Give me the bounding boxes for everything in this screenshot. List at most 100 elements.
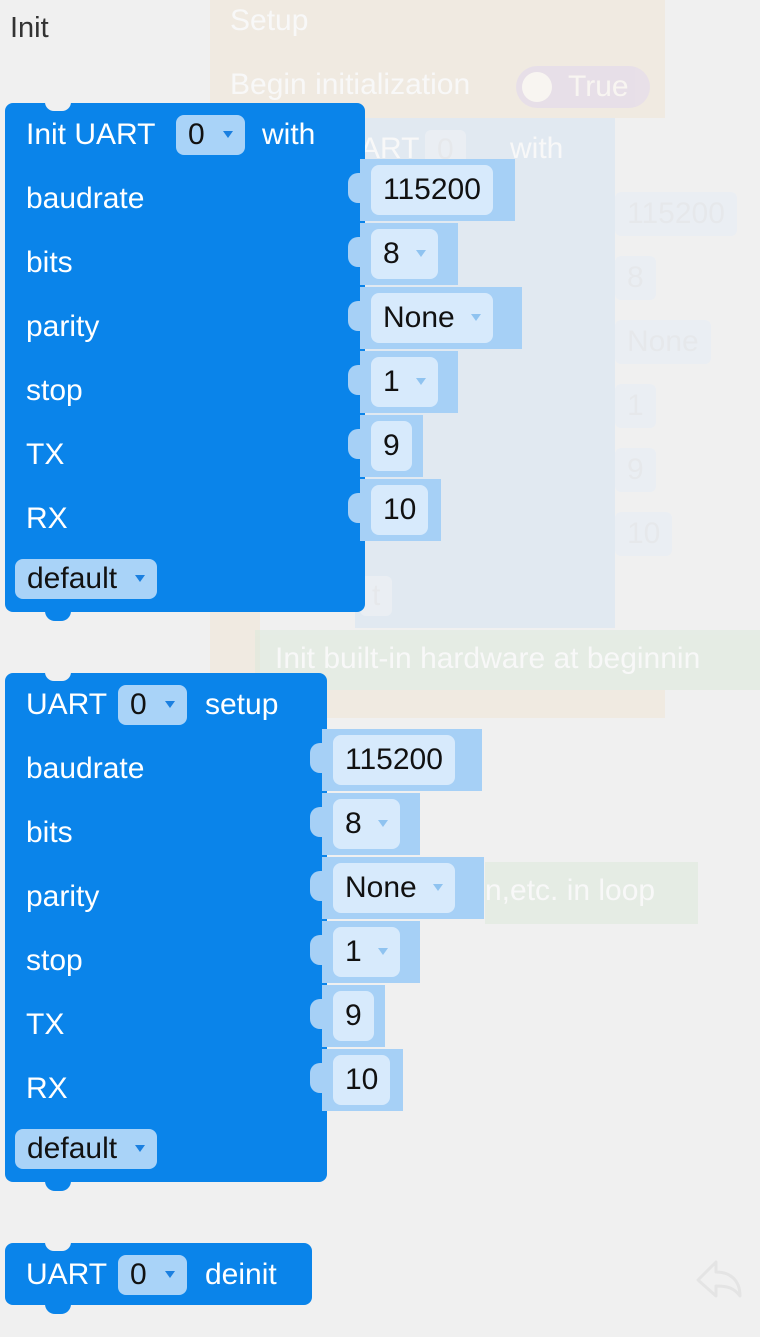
block-header-label: Init UART (26, 118, 156, 151)
input-label-baudrate: baudrate (26, 182, 145, 215)
dropdown-arrow-icon (415, 249, 426, 257)
begin-init-label: Begin initialization (230, 68, 471, 101)
workspace-value: 1 (615, 384, 656, 428)
output-connector (310, 807, 326, 837)
dropdown-arrow-icon (470, 313, 481, 321)
mode-value: default (27, 562, 118, 595)
input-label-tx: TX (26, 438, 65, 471)
input-label-rx: RX (26, 1072, 68, 1105)
input-label-parity: parity (26, 310, 100, 343)
value-block-tx[interactable]: 9 (348, 415, 423, 477)
output-connector (348, 365, 364, 395)
input-label-tx: TX (26, 1008, 65, 1041)
value-block-bits[interactable]: 8 (310, 793, 420, 855)
field-value: 1 (345, 935, 362, 968)
workspace-value: 8 (615, 256, 656, 300)
value-dropdown[interactable]: 8 (333, 799, 400, 849)
begin-init-toggle[interactable]: True (516, 66, 650, 108)
workspace-value: 115200 (615, 192, 737, 236)
undo-icon[interactable] (690, 1250, 750, 1310)
toggle-label: True (568, 70, 629, 103)
uart-deinit-block[interactable]: UART 0 deinit (5, 1242, 312, 1314)
previous-connection-notch (45, 1242, 71, 1251)
input-label-stop: stop (26, 374, 83, 407)
workspace-init-hardware-block: Init built-in hardware at beginnin (255, 630, 760, 690)
output-connector (310, 999, 326, 1029)
value-dropdown[interactable]: None (371, 293, 493, 343)
dropdown-arrow-icon (164, 700, 175, 708)
setup-label: Setup (230, 4, 309, 37)
field-value: 9 (345, 999, 362, 1032)
loop-label: n,etc. in loop (485, 874, 656, 907)
dropdown-arrow-icon (135, 1144, 146, 1152)
uart-port-dropdown[interactable]: 0 (118, 685, 187, 725)
output-connector (310, 1063, 326, 1093)
mode-dropdown[interactable]: default (15, 559, 158, 599)
input-label-stop: stop (26, 944, 83, 977)
mode-dropdown[interactable]: default (15, 1129, 158, 1169)
dropdown-arrow-icon (164, 1270, 175, 1278)
toggle-knob (522, 72, 552, 102)
value-dropdown[interactable]: 1 (333, 927, 400, 977)
block-header-label: UART (26, 688, 108, 721)
value-block-bits[interactable]: 8 (348, 223, 458, 285)
value-block-baudrate[interactable]: 115200 (348, 159, 515, 221)
uart-port-value: 0 (130, 688, 147, 721)
uart-port-dropdown[interactable]: 0 (118, 1255, 187, 1295)
value-block-tx[interactable]: 9 (310, 985, 385, 1047)
value-dropdown[interactable]: 8 (371, 229, 438, 279)
output-connector (348, 429, 364, 459)
output-connector (310, 935, 326, 965)
init-hw-label: Init built-in hardware at beginnin (275, 642, 701, 675)
input-label-bits: bits (26, 816, 73, 849)
previous-connection-notch (45, 102, 71, 111)
dropdown-arrow-icon (135, 574, 146, 582)
value-input[interactable]: 115200 (371, 165, 493, 215)
value-block-baudrate[interactable]: 115200 (310, 729, 482, 791)
output-connector (310, 743, 326, 773)
init-uart-block[interactable]: Init UART 0 with baudrate 115200 bits 8 parity N… (5, 102, 522, 621)
value-input[interactable]: 10 (333, 1055, 391, 1105)
field-value: None (345, 871, 417, 904)
uart-port-value: 0 (188, 118, 205, 151)
value-block-rx[interactable]: 10 (348, 479, 441, 541)
previous-connection-notch (45, 672, 71, 681)
input-label-baudrate: baudrate (26, 752, 145, 785)
output-connector (348, 173, 364, 203)
workspace-value: 9 (615, 448, 656, 492)
field-value: 8 (383, 237, 400, 270)
field-value: 10 (383, 493, 417, 526)
workspace-values-column: 115200 8 None 1 9 10 (600, 180, 760, 560)
field-value: 115200 (345, 743, 443, 776)
value-block-stop[interactable]: 1 (310, 921, 420, 983)
value-input[interactable]: 9 (371, 421, 412, 471)
value-input[interactable]: 9 (333, 991, 374, 1041)
uart-setup-block[interactable]: UART 0 setup baudrate 115200 bits 8 parity None s… (5, 672, 484, 1191)
output-connector (348, 301, 364, 331)
next-connection-tab (45, 611, 71, 621)
block-header-suffix: with (262, 118, 316, 151)
value-block-parity[interactable]: None (348, 287, 522, 349)
workspace-value: 10 (615, 512, 673, 556)
uart-port-value: 0 (130, 1258, 147, 1291)
value-dropdown[interactable]: None (333, 863, 455, 913)
input-label-parity: parity (26, 880, 100, 913)
value-block-parity[interactable]: None (310, 857, 484, 919)
flyout-category-title: Init (10, 12, 49, 44)
block-header-label: UART (26, 1258, 108, 1291)
value-input[interactable]: 115200 (333, 735, 455, 785)
value-dropdown[interactable]: 1 (371, 357, 438, 407)
output-connector (348, 493, 364, 523)
input-label-rx: RX (26, 502, 68, 535)
uart-port-dropdown[interactable]: 0 (176, 115, 245, 155)
workspace-with-label: with (510, 132, 564, 165)
value-block-rx[interactable]: 10 (310, 1049, 403, 1111)
field-value: 1 (383, 365, 400, 398)
dropdown-arrow-icon (432, 883, 443, 891)
next-connection-tab (45, 1304, 71, 1314)
next-connection-tab (45, 1181, 71, 1191)
dropdown-arrow-icon (377, 819, 388, 827)
value-block-stop[interactable]: 1 (348, 351, 458, 413)
value-input[interactable]: 10 (371, 485, 429, 535)
block-header-suffix: setup (205, 688, 279, 721)
